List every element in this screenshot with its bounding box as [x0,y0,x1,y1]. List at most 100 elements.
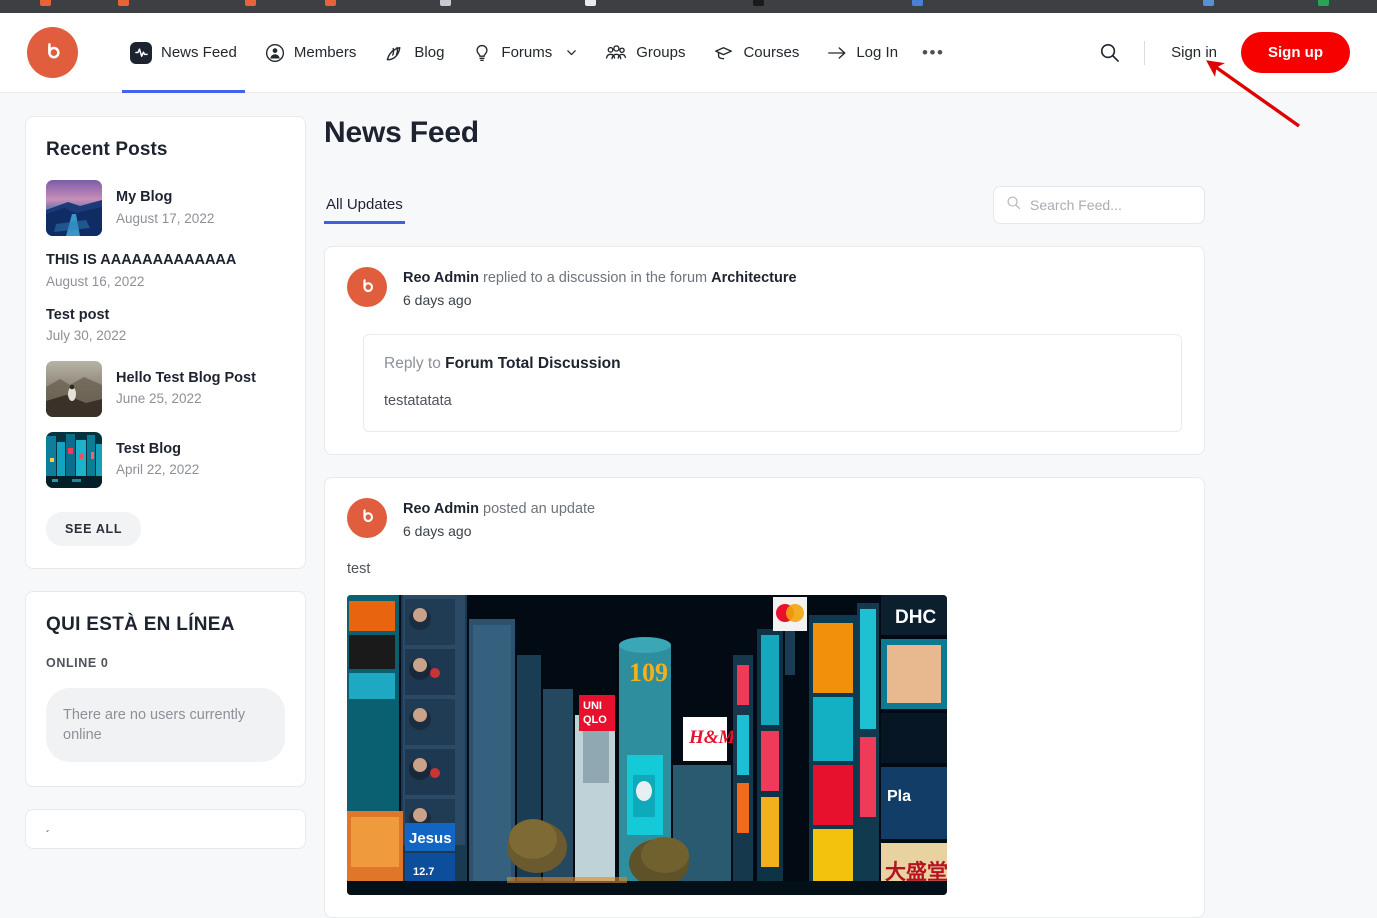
svg-text:QLO: QLO [583,714,607,726]
svg-text:UNI: UNI [583,700,602,712]
avatar[interactable] [347,267,387,307]
header-divider [1144,40,1146,65]
post-thumbnail-cliff [46,360,102,417]
svg-text:Jesus: Jesus [409,830,452,847]
quote-heading: Reply to Forum Total Discussion [384,355,1161,373]
activity-media-image[interactable]: Jesus 12.7 109 UNI QLO H&M DHC Pla 大盛堂 [347,594,947,895]
nav-item-log-in[interactable]: Log In [813,13,912,93]
svg-text:DHC: DHC [895,607,936,628]
graduation-cap-icon [713,43,734,63]
widget-partial-glyph: ´ [46,828,50,843]
search-input[interactable] [1030,197,1192,213]
list-item[interactable]: THIS IS AAAAAAAAAAAAA August 16, 2022 [46,244,285,299]
browser-tab-favicon[interactable] [118,0,129,6]
sign-up-button[interactable]: Sign up [1241,32,1350,73]
page-title: News Feed [324,116,479,149]
post-date: June 25, 2022 [116,391,202,407]
nav-label: Log In [856,44,899,61]
groups-icon [605,43,627,63]
feed-search[interactable] [993,186,1205,224]
activity-card: Reo Admin replied to a discussion in the… [324,246,1205,455]
activity-author[interactable]: Reo Admin [403,501,479,517]
lightbulb-icon [472,43,492,63]
page-body: Recent Posts My Blog August 17, 2022 THI… [0,94,1377,918]
whos-online-widget: QUI ESTÀ EN LÍNEA ONLINE 0 There are no … [25,590,306,788]
main-content: News Feed All Updates Search Feed... Reo… [324,94,1205,918]
quote-body: testatatata [384,392,452,409]
online-label: ONLINE [46,655,97,670]
list-item[interactable]: Hello Test Blog Post June 25, 2022 [46,354,285,425]
list-item[interactable]: Test post July 30, 2022 [46,299,285,354]
activity-timestamp: 6 days ago [403,291,472,308]
browser-tab-favicon[interactable] [1318,0,1329,6]
browser-tab-favicon[interactable] [585,0,596,6]
nav-item-members[interactable]: Members [251,13,371,93]
nav-item-forums[interactable]: Forums [458,13,591,93]
nav-more-button[interactable]: ••• [912,13,954,93]
recent-posts-widget: Recent Posts My Blog August 17, 2022 THI… [25,116,306,569]
svg-text:H&M: H&M [688,727,737,748]
post-date: April 22, 2022 [116,462,200,478]
sign-in-link[interactable]: Sign in [1163,38,1225,67]
members-icon [265,43,285,63]
nav-label: Blog [414,44,445,61]
svg-text:Pla: Pla [887,788,911,805]
activity-author[interactable]: Reo Admin [403,270,479,286]
activity-card: Reo Admin posted an update 6 days ago te… [324,476,1205,918]
nav-item-news-feed[interactable]: News Feed [116,13,251,93]
post-thumbnail-neon-city [46,431,102,488]
post-date: July 30, 2022 [46,328,127,344]
see-all-button[interactable]: SEE ALL [46,511,142,546]
activity-body: test [347,560,371,577]
feed-toolbar: All Updates [324,182,1205,224]
browser-tab-favicon[interactable] [245,0,256,6]
post-title: Test Blog [116,440,181,457]
browser-tab-favicon[interactable] [325,0,336,6]
search-icon[interactable] [1092,36,1126,70]
site-header: News Feed Members Blog Forums Groups Cou… [0,13,1377,93]
activity-pulse-icon [130,41,152,64]
empty-state-message: There are no users currently online [46,687,285,763]
nav-label: News Feed [161,44,237,61]
list-item[interactable]: My Blog August 17, 2022 [46,173,285,244]
post-title: Test post [46,306,110,323]
blog-feather-icon [384,42,405,63]
quote-topic[interactable]: Forum Total Discussion [445,355,620,372]
sidebar-widget-partial: ´ [25,809,306,850]
activity-action: replied to a discussion in the forum [479,270,712,286]
arrow-right-icon [827,45,847,61]
browser-tab-favicon[interactable] [912,0,923,6]
browser-tab-favicon[interactable] [440,0,451,6]
browser-tab-favicon[interactable] [40,0,51,6]
buddyboss-logo[interactable] [27,27,78,78]
nav-item-blog[interactable]: Blog [370,13,458,93]
post-thumbnail-aurora [46,180,102,236]
browser-tab-strip [0,0,1377,13]
tab-all-updates[interactable]: All Updates [324,196,405,224]
nav-item-courses[interactable]: Courses [699,13,813,93]
post-date: August 17, 2022 [116,210,215,226]
nav-label: Forums [501,44,553,61]
activity-timestamp: 6 days ago [403,522,472,539]
avatar[interactable] [347,497,387,538]
chevron-down-icon[interactable] [566,47,577,58]
nav-label: Courses [743,44,800,61]
left-sidebar: Recent Posts My Blog August 17, 2022 THI… [25,116,306,871]
post-date: August 16, 2022 [46,273,145,289]
widget-title: Recent Posts [46,139,168,160]
quote-prefix: Reply to [384,354,446,372]
activity-headline: Reo Admin replied to a discussion in the… [403,268,797,290]
svg-text:12.7: 12.7 [413,866,434,878]
svg-text:大盛堂: 大盛堂 [885,860,947,884]
recent-posts-list: My Blog August 17, 2022 THIS IS AAAAAAAA… [26,167,305,502]
svg-text:109: 109 [629,658,668,687]
browser-tab-favicon[interactable] [1203,0,1214,6]
nav-item-groups[interactable]: Groups [591,13,699,93]
list-item[interactable]: Test Blog April 22, 2022 [46,425,285,496]
browser-tab-favicon[interactable] [753,0,764,6]
activity-action: posted an update [479,500,596,517]
primary-navigation: News Feed Members Blog Forums Groups Cou… [116,13,1092,93]
activity-quote: Reply to Forum Total Discussion testatat… [363,333,1182,432]
activity-target[interactable]: Architecture [711,270,796,286]
online-number: 0 [100,655,109,670]
